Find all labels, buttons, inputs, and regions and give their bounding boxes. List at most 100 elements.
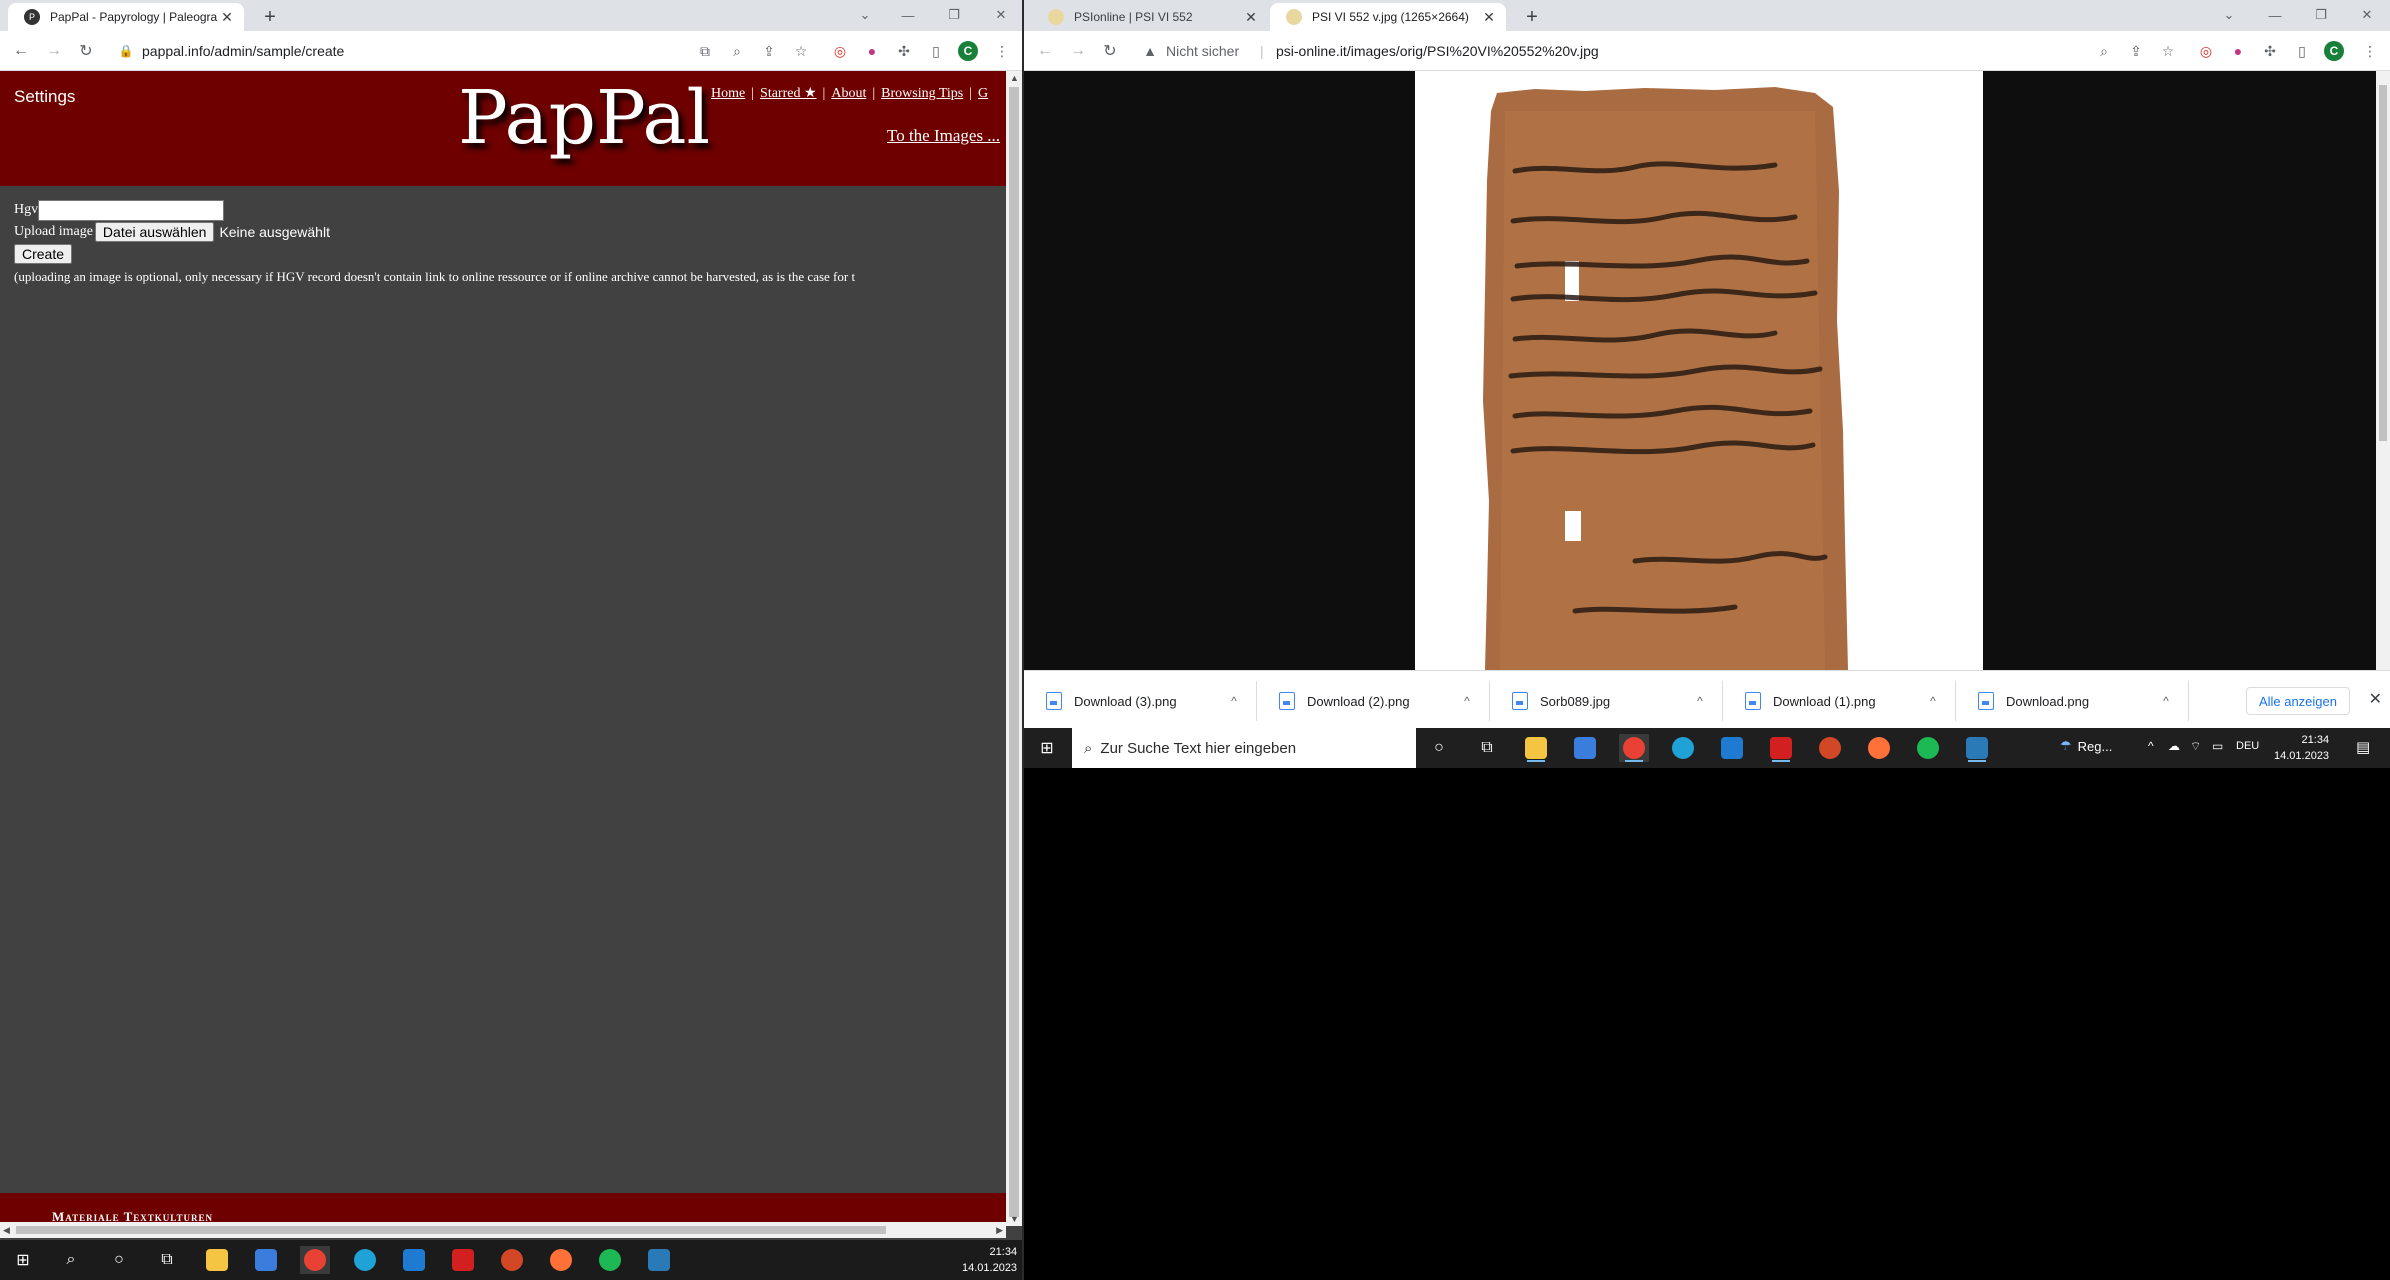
windows-start-icon[interactable]: ⊞	[8, 1246, 38, 1274]
nav-more[interactable]: G	[978, 86, 988, 101]
extension-red-icon[interactable]: ◎	[2196, 41, 2216, 61]
nav-about[interactable]: About	[831, 86, 866, 101]
powerpoint-icon[interactable]	[1815, 734, 1845, 762]
translate-icon[interactable]: ⧉	[695, 41, 715, 61]
new-tab-button[interactable]: +	[258, 6, 282, 28]
menu-dots-icon[interactable]: ⋮	[992, 41, 1012, 61]
zoom-icon[interactable]: ⌕	[2094, 41, 2114, 61]
task-view-icon[interactable]: ⧉	[152, 1246, 182, 1274]
chrome-icon[interactable]	[1619, 734, 1649, 762]
address-bar[interactable]: pappal.info/admin/sample/create	[142, 43, 344, 59]
minimize-button[interactable]: —	[2260, 4, 2290, 26]
restore-button[interactable]: ❐	[939, 4, 969, 26]
firefox-icon[interactable]	[1864, 734, 1894, 762]
tab-search-icon[interactable]: ⌄	[850, 4, 880, 26]
download-item[interactable]: Download (1).png ^	[1731, 681, 1956, 721]
site-logo[interactable]: PapPal	[458, 75, 710, 161]
scrollbar-thumb[interactable]	[1009, 87, 1019, 1217]
vertical-scrollbar[interactable]: ▲ ▼	[1006, 71, 1022, 1226]
nav-starred[interactable]: Starred ★	[760, 86, 816, 101]
chevron-up-icon[interactable]: ^	[1923, 694, 1943, 708]
notification-icon[interactable]: ▤	[2356, 738, 2370, 756]
settings-link[interactable]: Settings	[14, 87, 75, 107]
download-item[interactable]: Download.png ^	[1964, 681, 2189, 721]
back-icon[interactable]: ←	[1034, 40, 1056, 62]
windows-start-icon[interactable]: ⊞	[1032, 734, 1062, 762]
file-explorer-icon[interactable]	[202, 1246, 232, 1274]
extensions-puzzle-icon[interactable]: ✣	[894, 41, 914, 61]
tab-search-icon[interactable]: ⌄	[2214, 4, 2244, 26]
forward-icon[interactable]: →	[1067, 40, 1089, 62]
security-label[interactable]: Nicht sicher	[1166, 43, 1239, 59]
store-icon[interactable]	[251, 1246, 281, 1274]
close-window-button[interactable]: ✕	[986, 4, 1016, 26]
spotify-icon[interactable]	[1913, 734, 1943, 762]
minimize-button[interactable]: —	[893, 4, 923, 26]
weather-widget[interactable]: ☂ Reg...	[2060, 738, 2112, 754]
close-tab-icon[interactable]: ✕	[218, 8, 236, 26]
scroll-left-icon[interactable]: ◀	[3, 1225, 10, 1236]
tab-pappal[interactable]: P PapPal - Papyrology | Paleograph ✕	[8, 3, 244, 31]
new-tab-button[interactable]: +	[1520, 6, 1544, 28]
photos-icon[interactable]	[1962, 734, 1992, 762]
tab-psi-image[interactable]: PSI VI 552 v.jpg (1265×2664) ✕	[1270, 3, 1506, 31]
cortana-icon[interactable]: ○	[1424, 734, 1454, 762]
cortana-icon[interactable]: ○	[104, 1246, 134, 1274]
taskbar-clock[interactable]: 21:34 14.01.2023	[2274, 732, 2329, 764]
acrobat-icon[interactable]	[1766, 734, 1796, 762]
sidebar-icon[interactable]: ▯	[2292, 41, 2312, 61]
warning-icon[interactable]: ▲	[1140, 41, 1160, 61]
share-icon[interactable]: ⇪	[2126, 41, 2146, 61]
hgv-input[interactable]	[38, 199, 225, 221]
address-bar[interactable]: psi-online.it/images/orig/PSI%20VI%20552…	[1276, 43, 1599, 59]
nav-browsing-tips[interactable]: Browsing Tips	[881, 86, 963, 101]
bookmark-star-icon[interactable]: ☆	[791, 41, 811, 61]
powerpoint-icon[interactable]	[497, 1246, 527, 1274]
scroll-down-icon[interactable]: ▼	[1010, 1214, 1019, 1224]
chevron-up-icon[interactable]: ^	[1690, 694, 1710, 708]
tab-psionline[interactable]: PSIonline | PSI VI 552 ✕	[1032, 3, 1268, 31]
taskbar-clock[interactable]: 21:34 14.01.2023	[962, 1244, 1017, 1276]
language-indicator[interactable]: DEU	[2236, 740, 2259, 752]
sidebar-icon[interactable]: ▯	[926, 41, 946, 61]
to-images-link[interactable]: To the Images ...	[887, 126, 1000, 146]
reload-icon[interactable]: ↻	[75, 40, 97, 62]
create-button[interactable]: Create	[14, 244, 73, 264]
acrobat-icon[interactable]	[448, 1246, 478, 1274]
extension-purple-icon[interactable]: ●	[862, 41, 882, 61]
scroll-up-icon[interactable]: ▲	[1010, 73, 1019, 83]
download-item[interactable]: Download (2).png ^	[1265, 681, 1490, 721]
bookmark-star-icon[interactable]: ☆	[2158, 41, 2178, 61]
forward-icon[interactable]: →	[43, 40, 65, 62]
firefox-icon[interactable]	[546, 1246, 576, 1274]
back-icon[interactable]: ←	[10, 40, 32, 62]
download-item[interactable]: Sorb089.jpg ^	[1498, 681, 1723, 721]
image-scrollbar-thumb[interactable]	[2379, 85, 2387, 441]
lock-icon[interactable]: 🔒	[116, 41, 136, 61]
chevron-up-icon[interactable]: ^	[2156, 694, 2176, 708]
chevron-up-icon[interactable]: ^	[1457, 694, 1477, 708]
wifi-icon[interactable]: ⌔	[2190, 739, 2201, 754]
mail-icon[interactable]	[399, 1246, 429, 1274]
papyrus-image[interactable]	[1415, 71, 1983, 670]
network-icon[interactable]: ☁	[2168, 739, 2180, 753]
task-view-icon[interactable]: ⧉	[1472, 734, 1502, 762]
mail-icon[interactable]	[1717, 734, 1747, 762]
edge-icon[interactable]	[350, 1246, 380, 1274]
extension-red-icon[interactable]: ◎	[830, 41, 850, 61]
file-explorer-icon[interactable]	[1521, 734, 1551, 762]
close-download-bar-icon[interactable]: ✕	[2369, 689, 2382, 709]
profile-avatar[interactable]: C	[958, 41, 978, 61]
edge-icon[interactable]	[1668, 734, 1698, 762]
nav-home[interactable]: Home	[711, 86, 745, 101]
profile-avatar[interactable]: C	[2324, 41, 2344, 61]
restore-button[interactable]: ❐	[2306, 4, 2336, 26]
chevron-up-icon[interactable]: ^	[1224, 694, 1244, 708]
menu-dots-icon[interactable]: ⋮	[2360, 41, 2380, 61]
spotify-icon[interactable]	[595, 1246, 625, 1274]
image-scrollbar[interactable]	[2376, 71, 2390, 670]
battery-icon[interactable]: ▭	[2212, 739, 2223, 753]
close-tab-icon[interactable]: ✕	[1480, 8, 1498, 26]
extension-purple-icon[interactable]: ●	[2228, 41, 2248, 61]
close-window-button[interactable]: ✕	[2352, 4, 2382, 26]
